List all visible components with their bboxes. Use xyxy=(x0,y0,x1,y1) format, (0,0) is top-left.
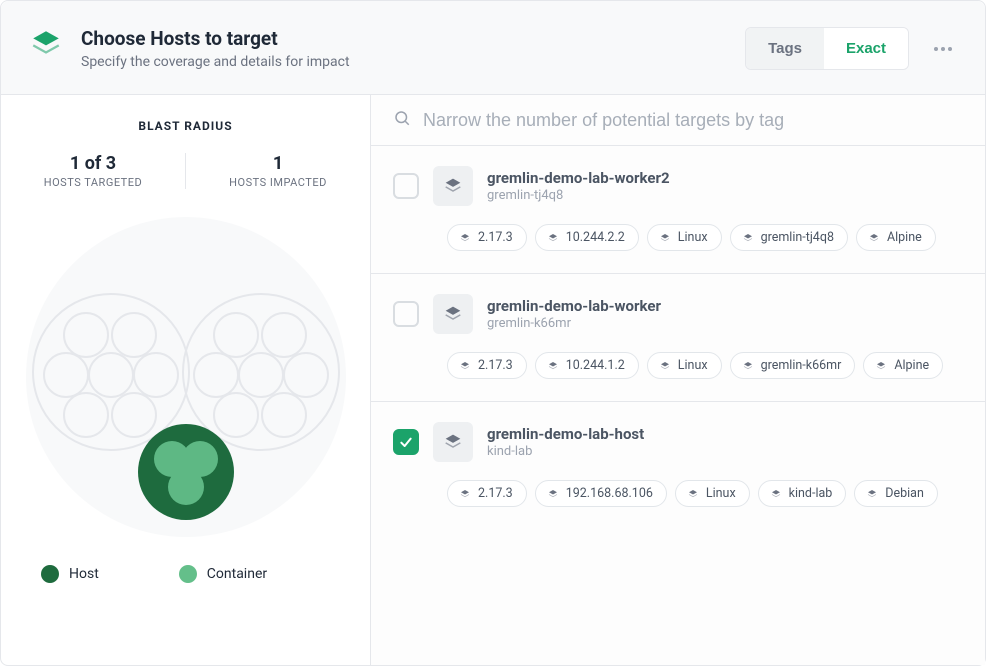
tag-pill[interactable]: Linux xyxy=(647,224,722,251)
tag-label: 10.244.2.2 xyxy=(566,230,625,245)
host-name: gremlin-demo-lab-worker xyxy=(487,297,661,315)
host-name: gremlin-demo-lab-host xyxy=(487,425,644,443)
host-card-head: gremlin-demo-lab-hostkind-lab xyxy=(393,422,963,462)
tag-pill[interactable]: Alpine xyxy=(856,224,936,251)
stat-targeted: 1 of 3 HOSTS TARGETED xyxy=(1,153,185,189)
stat-targeted-num: 1 of 3 xyxy=(1,153,185,174)
host-tags-row: 2.17.3 10.244.1.2 Linux gremlin-k66mr Alpine xyxy=(447,352,963,379)
tag-label: Linux xyxy=(678,230,708,245)
tag-pill[interactable]: 2.17.3 xyxy=(447,224,527,251)
tag-pill[interactable]: Linux xyxy=(647,352,722,379)
tag-pill[interactable]: kind-lab xyxy=(758,480,847,507)
tag-label: 2.17.3 xyxy=(478,486,513,501)
host-card: gremlin-demo-lab-hostkind-lab2.17.3192.1… xyxy=(371,401,985,529)
blast-stats: 1 of 3 HOSTS TARGETED 1 HOSTS IMPACTED xyxy=(1,153,370,189)
legend-host: Host xyxy=(41,565,99,583)
tag-pill[interactable]: 10.244.1.2 xyxy=(535,352,639,379)
host-tags-row: 2.17.3 192.168.68.106 Linux kind-lab Debian xyxy=(447,480,963,507)
legend-container-label: Container xyxy=(207,566,267,582)
tag-label: kind-lab xyxy=(789,486,833,501)
host-card-head: gremlin-demo-lab-worker2gremlin-tj4q8 xyxy=(393,166,963,206)
tag-pill[interactable]: gremlin-k66mr xyxy=(730,352,856,379)
host-tags-row: 2.17.3 10.244.2.2 Linux gremlin-tj4q8 Alpine xyxy=(447,224,963,251)
host-layers-icon xyxy=(433,294,473,334)
search-row xyxy=(371,95,985,145)
view-toggle-group: Tags Exact xyxy=(745,27,909,70)
legend-container: Container xyxy=(179,565,267,583)
host-text: gremlin-demo-lab-worker2gremlin-tj4q8 xyxy=(487,169,670,203)
header-right: Tags Exact xyxy=(745,27,957,70)
toggle-exact[interactable]: Exact xyxy=(824,28,908,69)
tag-label: Debian xyxy=(885,486,924,501)
host-text: gremlin-demo-lab-hostkind-lab xyxy=(487,425,644,459)
host-text: gremlin-demo-lab-workergremlin-k66mr xyxy=(487,297,661,331)
stat-impacted-label: HOSTS IMPACTED xyxy=(186,176,370,189)
search-input[interactable] xyxy=(423,110,965,131)
tag-label: gremlin-tj4q8 xyxy=(761,230,834,245)
host-list: gremlin-demo-lab-worker2gremlin-tj4q82.1… xyxy=(371,145,985,665)
host-card: gremlin-demo-lab-workergremlin-k66mr2.17… xyxy=(371,273,985,401)
page-subtitle: Specify the coverage and details for imp… xyxy=(81,54,350,70)
stat-impacted-num: 1 xyxy=(186,153,370,174)
legend-host-dot xyxy=(41,565,59,583)
panel-header: Choose Hosts to target Specify the cover… xyxy=(1,1,985,94)
page-title: Choose Hosts to target xyxy=(81,27,350,52)
targeting-panel: Choose Hosts to target Specify the cover… xyxy=(0,0,986,666)
tag-label: 10.244.1.2 xyxy=(566,358,625,373)
tag-pill[interactable]: Debian xyxy=(854,480,938,507)
tag-label: Alpine xyxy=(887,230,922,245)
tag-pill[interactable]: 2.17.3 xyxy=(447,480,527,507)
legend-container-dot xyxy=(179,565,197,583)
host-name: gremlin-demo-lab-worker2 xyxy=(487,169,670,187)
tag-pill[interactable]: 10.244.2.2 xyxy=(535,224,639,251)
hosts-pane: gremlin-demo-lab-worker2gremlin-tj4q82.1… xyxy=(371,94,985,665)
tag-label: Alpine xyxy=(894,358,929,373)
tag-label: gremlin-k66mr xyxy=(761,358,842,373)
host-card-head: gremlin-demo-lab-workergremlin-k66mr xyxy=(393,294,963,334)
tag-pill[interactable]: gremlin-tj4q8 xyxy=(730,224,848,251)
host-layers-icon xyxy=(433,422,473,462)
host-checkbox[interactable] xyxy=(393,301,419,327)
tag-pill[interactable]: Linux xyxy=(675,480,750,507)
blast-radius-pane: BLAST RADIUS 1 of 3 HOSTS TARGETED 1 HOS… xyxy=(1,94,371,665)
host-subtitle: gremlin-k66mr xyxy=(487,316,661,331)
host-checkbox[interactable] xyxy=(393,429,419,455)
tag-pill[interactable]: 2.17.3 xyxy=(447,352,527,379)
header-left: Choose Hosts to target Specify the cover… xyxy=(29,27,350,70)
legend-host-label: Host xyxy=(69,566,99,582)
tag-label: Linux xyxy=(706,486,736,501)
host-subtitle: gremlin-tj4q8 xyxy=(487,188,670,203)
content: BLAST RADIUS 1 of 3 HOSTS TARGETED 1 HOS… xyxy=(1,94,985,665)
stat-impacted: 1 HOSTS IMPACTED xyxy=(185,153,370,189)
host-layers-icon xyxy=(433,166,473,206)
more-icon[interactable] xyxy=(929,37,957,61)
host-card: gremlin-demo-lab-worker2gremlin-tj4q82.1… xyxy=(371,145,985,273)
host-checkbox[interactable] xyxy=(393,173,419,199)
blast-diagram xyxy=(16,207,356,547)
stat-targeted-label: HOSTS TARGETED xyxy=(1,176,185,189)
tag-label: 192.168.68.106 xyxy=(566,486,653,501)
layers-icon xyxy=(29,27,63,61)
tag-pill[interactable]: 192.168.68.106 xyxy=(535,480,667,507)
tag-label: Linux xyxy=(678,358,708,373)
tag-label: 2.17.3 xyxy=(478,358,513,373)
tag-pill[interactable]: Alpine xyxy=(863,352,943,379)
tag-label: 2.17.3 xyxy=(478,230,513,245)
title-block: Choose Hosts to target Specify the cover… xyxy=(81,27,350,70)
blast-radius-title: BLAST RADIUS xyxy=(138,95,232,153)
legend: Host Container xyxy=(1,565,370,583)
toggle-tags[interactable]: Tags xyxy=(746,28,824,69)
search-icon xyxy=(393,109,411,131)
host-subtitle: kind-lab xyxy=(487,444,644,459)
